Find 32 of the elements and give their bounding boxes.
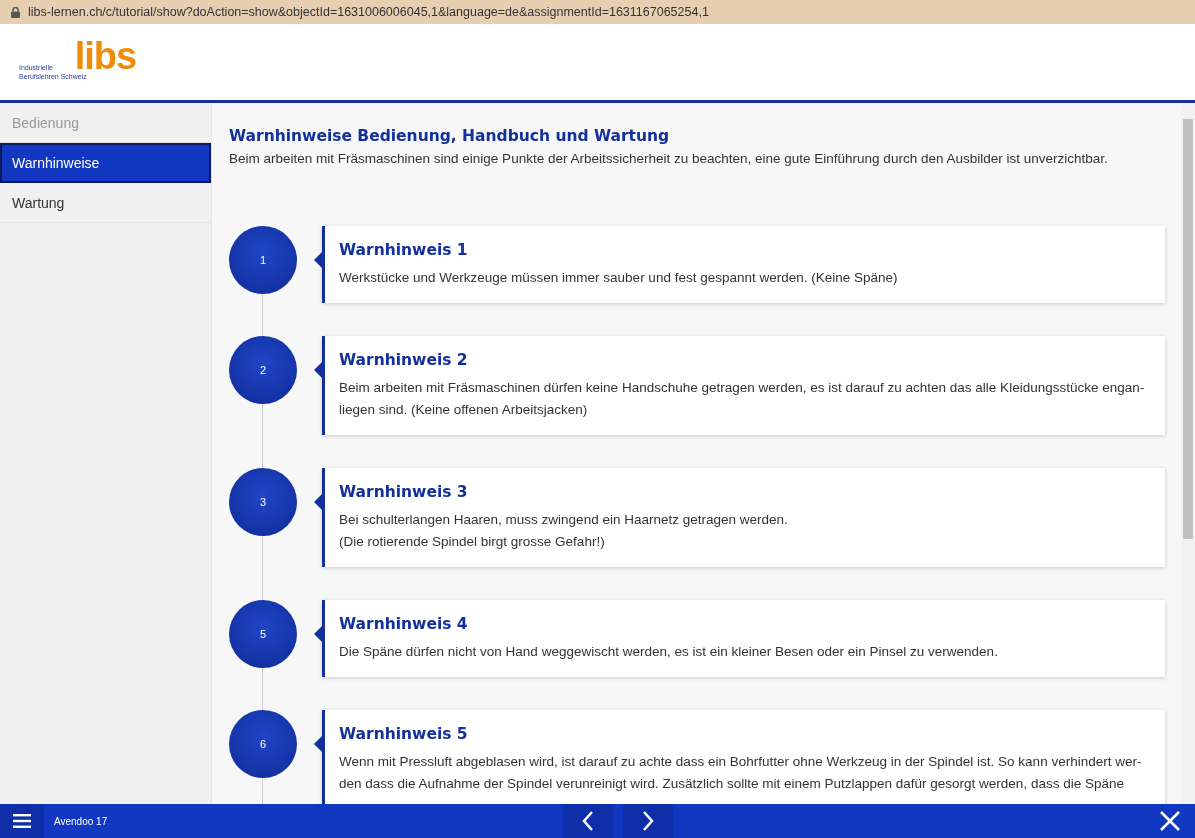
sidebar-item[interactable]: Wartung <box>0 183 211 223</box>
step-number: 6 <box>229 710 297 778</box>
card-title: Warnhinweis 1 <box>339 241 469 259</box>
card-text: Bei schulterlangen Haaren, muss zwingend ein Haarnetz getragen werden. (Die rotierende Spindel birgt grosse Gefahr!) <box>339 511 789 551</box>
previous-button[interactable] <box>562 804 613 838</box>
menu-button[interactable] <box>0 804 44 838</box>
card-text: Werkstücke und Werkzeuge müssen immer sauber und fest gespannt werden. (Keine Späne) <box>339 269 899 287</box>
step-number: 1 <box>229 226 297 294</box>
card-title: Warnhinweis 2 <box>339 351 469 369</box>
page-title: Warnhinweise Bedienung, Handbuch und Wartung <box>229 127 671 145</box>
logo-wordmark: libs <box>74 41 137 71</box>
lock-icon <box>11 6 20 18</box>
step-number: 2 <box>229 336 297 404</box>
step-number: 3 <box>229 468 297 536</box>
scrollbar[interactable] <box>1181 103 1195 804</box>
sidebar-item[interactable]: Warnhinweise <box>0 143 211 183</box>
intro-text: Beim arbeiten mit Fräsmaschinen sind einige Punkte der Arbeitssicherheit zu beachten, eine gute Einführung durch den Ausbilder ist unverzichtbar. <box>229 151 1109 166</box>
address-bar[interactable]: libs-lernen.ch/c/tutorial/show?doAction=show&objectId=1631006006045,1&language=de&assignmentId=1631167065254,1 <box>0 0 1195 24</box>
next-button[interactable] <box>622 804 673 838</box>
menu-icon <box>13 814 31 828</box>
url-text: libs-lernen.ch/c/tutorial/show?doAction=show&objectId=1631006006045,1&language=de&assignmentId=1631167065254,1 <box>28 5 709 19</box>
app-name: Avendoo 17 <box>54 815 108 827</box>
card-text: Beim arbeiten mit Fräsmaschinen dürfen keine Handschuhe getragen werden, es ist darauf zu achten das alle Kleidungsstücke engan- liegen sind. (Keine offenen Arbeitsjacken) <box>339 379 1146 419</box>
chevron-right-icon <box>641 810 654 832</box>
card-text: Die Späne dürfen nicht von Hand weggewischt werden, es ist ein kleiner Besen oder ein Pinsel zu verwenden. <box>339 643 999 661</box>
card-title: Warnhinweis 5 <box>339 725 469 743</box>
card-text: Wenn mit Pressluft abgeblasen wird, ist darauf zu achte dass ein Bohrfutter ohne Werkzeug in der Spindel ist. So kann verhindert wer- den dass die Aufnahme der Spindel verunreinigt wird. Zusätzlich sollte mit einem Putzlappen dafür gesorgt werden, dass die Späne <box>339 753 1143 793</box>
card-title: Warnhinweis 3 <box>339 483 469 501</box>
card-title: Warnhinweis 4 <box>339 615 469 633</box>
close-icon <box>1160 811 1180 831</box>
step-number: 5 <box>229 600 297 668</box>
chevron-left-icon <box>581 810 594 832</box>
